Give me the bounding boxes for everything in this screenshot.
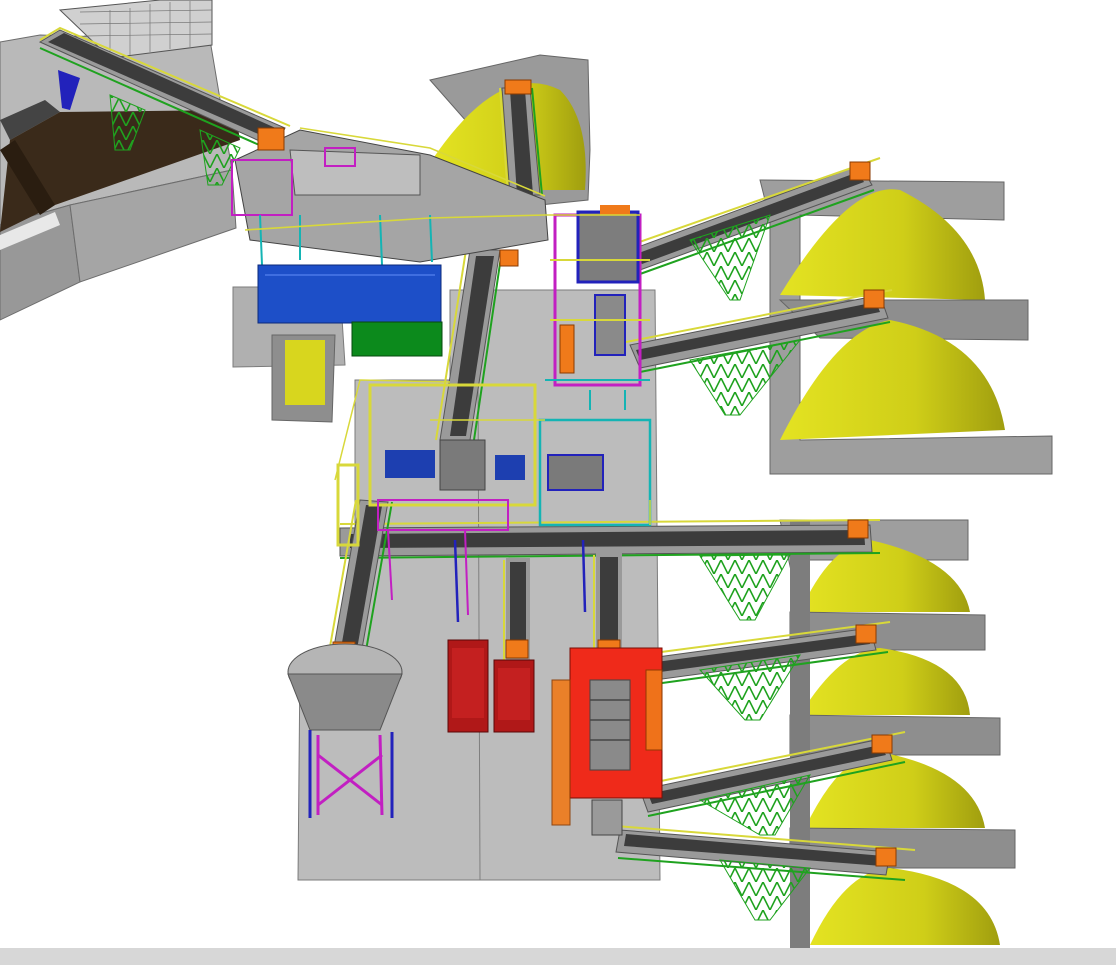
drive-head	[504, 79, 532, 95]
drive-head	[499, 249, 519, 267]
plant-3d-model-view[interactable]	[0, 0, 1116, 965]
electrical-room-green	[351, 321, 443, 357]
transfer-conveyor-red-module	[593, 553, 622, 659]
stockpile-5	[800, 648, 970, 715]
viewport-status-bar	[0, 948, 1116, 965]
electrical-room-blue	[257, 264, 442, 324]
transfer-conveyor-skips	[503, 558, 530, 662]
